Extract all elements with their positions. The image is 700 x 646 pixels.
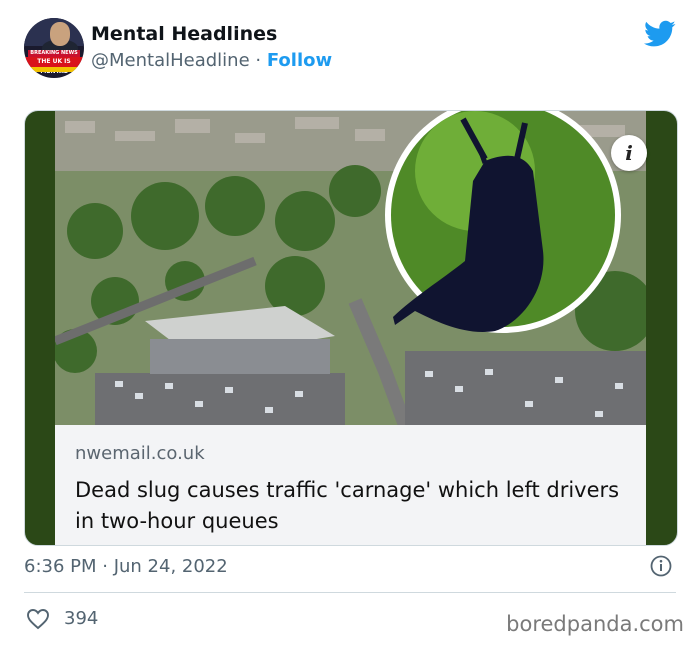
link-card-content: nwemail.co.uk Dead slug causes traffic '… [55,111,647,545]
avatar[interactable]: BREAKING NEWS THE UK IS MENTAL [24,18,84,78]
info-icon[interactable]: i [611,135,647,171]
tweet-header: BREAKING NEWS THE UK IS MENTAL Mental He… [24,18,676,80]
like-count: 394 [64,608,99,629]
avatar-ticker: THE UK IS MENTAL [24,57,84,75]
link-card[interactable]: nwemail.co.uk Dead slug causes traffic '… [24,110,678,546]
heart-icon[interactable] [26,608,50,630]
follow-button[interactable]: Follow [267,50,332,71]
twitter-bird-icon[interactable] [644,20,676,48]
link-headline[interactable]: Dead slug causes traffic 'carnage' which… [75,475,625,537]
divider [24,592,676,593]
display-name[interactable]: Mental Headlines [91,23,277,45]
aerial-photo-illustration [55,111,646,425]
handle[interactable]: @MentalHeadline [91,50,250,71]
handle-row: @MentalHeadline · Follow [91,50,332,71]
avatar-stripe [24,67,84,72]
link-source[interactable]: nwemail.co.uk [75,443,205,464]
info-circle-icon[interactable] [650,555,672,577]
tweet-timestamp[interactable]: 6:36 PM · Jun 24, 2022 [24,556,228,577]
aerial-photo [55,111,646,425]
avatar-banner: BREAKING NEWS [28,50,80,57]
separator-dot: · [255,50,262,71]
avatar-face [50,22,70,46]
watermark: boredpanda.com [506,612,684,636]
